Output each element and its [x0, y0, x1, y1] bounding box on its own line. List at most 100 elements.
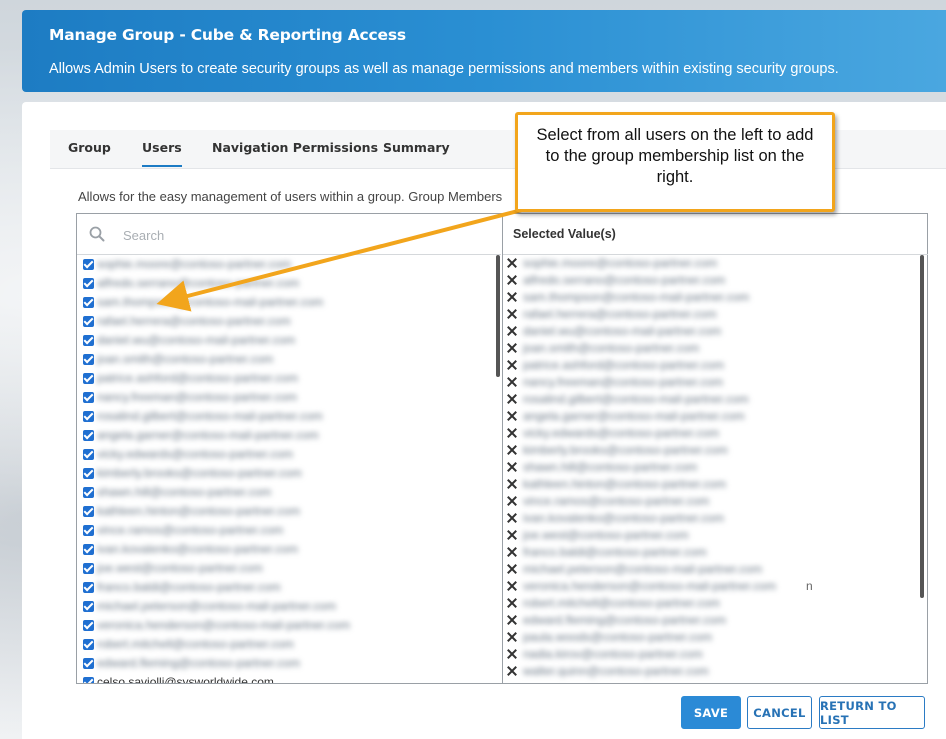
user-checkbox[interactable]	[83, 544, 94, 555]
user-row[interactable]: nancy.freeman@contoso-partner.com	[77, 388, 477, 407]
return-to-list-button[interactable]: RETURN TO LIST	[819, 696, 925, 729]
user-row[interactable]: joan.smith@contoso-partner.com	[77, 350, 477, 369]
selected-row: shawn.hill@contoso-partner.com	[503, 459, 913, 476]
user-email: edward.fleming@contoso-partner.com	[97, 656, 300, 670]
user-row[interactable]: robert.mitchell@contoso-partner.com	[77, 635, 477, 654]
user-email: sam.thompson@contoso-mail-partner.com	[97, 295, 324, 309]
user-checkbox[interactable]	[83, 639, 94, 650]
remove-icon[interactable]	[506, 257, 518, 269]
remove-icon[interactable]	[506, 631, 518, 643]
tab-summary[interactable]: Summary	[383, 140, 450, 155]
user-checkbox[interactable]	[83, 506, 94, 517]
user-row[interactable]: joe.west@contoso-partner.com	[77, 559, 477, 578]
user-checkbox[interactable]	[83, 316, 94, 327]
user-checkbox[interactable]	[83, 297, 94, 308]
cancel-button[interactable]: CANCEL	[747, 696, 812, 729]
remove-icon[interactable]	[506, 665, 518, 677]
selected-email: veronica.henderson@contoso-mail-partner.…	[523, 579, 776, 593]
user-row[interactable]: kathleen.hinton@contoso-partner.com	[77, 502, 477, 521]
selected-scrollbar[interactable]	[920, 255, 924, 598]
remove-icon[interactable]	[506, 308, 518, 320]
remove-icon[interactable]	[506, 461, 518, 473]
selected-email: nadia.kirov@contoso-partner.com	[523, 647, 703, 661]
user-row[interactable]: vince.ramos@contoso-partner.com	[77, 521, 477, 540]
remove-icon[interactable]	[506, 274, 518, 286]
user-row[interactable]: kimberly.brooks@contoso-partner.com	[77, 464, 477, 483]
user-row[interactable]: angela.garner@contoso-mail-partner.com	[77, 426, 477, 445]
user-checkbox[interactable]	[83, 278, 94, 289]
user-row[interactable]: michael.peterson@contoso-mail-partner.co…	[77, 597, 477, 616]
remove-icon[interactable]	[506, 427, 518, 439]
user-row[interactable]: alfredo.serrano@contoso-partner.com	[77, 274, 477, 293]
remove-icon[interactable]	[506, 342, 518, 354]
selected-row: vicky.edwards@contoso-partner.com	[503, 425, 913, 442]
remove-icon[interactable]	[506, 444, 518, 456]
user-checkbox[interactable]	[83, 620, 94, 631]
user-checkbox[interactable]	[83, 430, 94, 441]
remove-icon[interactable]	[506, 359, 518, 371]
user-row[interactable]: sophie.moore@contoso-partner.com	[77, 255, 477, 274]
user-row[interactable]: celso.saviolli@sysworldwide.com	[77, 673, 477, 683]
remove-icon[interactable]	[506, 495, 518, 507]
user-row[interactable]: franco.baldi@contoso-partner.com	[77, 578, 477, 597]
user-row[interactable]: vicky.edwards@contoso-partner.com	[77, 445, 477, 464]
user-checkbox[interactable]	[83, 525, 94, 536]
remove-icon[interactable]	[506, 546, 518, 558]
remove-icon[interactable]	[506, 580, 518, 592]
remove-icon[interactable]	[506, 291, 518, 303]
user-email: ivan.kovalenko@contoso-partner.com	[97, 542, 298, 556]
user-row[interactable]: shawn.hill@contoso-partner.com	[77, 483, 477, 502]
tab-group[interactable]: Group	[68, 140, 111, 155]
save-button[interactable]: SAVE	[681, 696, 741, 729]
user-checkbox[interactable]	[83, 582, 94, 593]
user-checkbox[interactable]	[83, 392, 94, 403]
search-input[interactable]	[121, 222, 485, 248]
remove-icon[interactable]	[506, 512, 518, 524]
selected-row: paula.woods@contoso-partner.com	[503, 629, 913, 646]
user-checkbox[interactable]	[83, 335, 94, 346]
user-checkbox[interactable]	[83, 487, 94, 498]
selected-row: joan.smith@contoso-partner.com	[503, 340, 913, 357]
user-checkbox[interactable]	[83, 354, 94, 365]
user-email: shawn.hill@contoso-partner.com	[97, 485, 272, 499]
user-row[interactable]: edward.fleming@contoso-partner.com	[77, 654, 477, 673]
user-checkbox[interactable]	[83, 411, 94, 422]
remove-icon[interactable]	[506, 614, 518, 626]
user-checkbox[interactable]	[83, 468, 94, 479]
page-subtitle: Allows Admin Users to create security gr…	[49, 61, 839, 77]
user-row[interactable]: patrice.ashford@contoso-partner.com	[77, 369, 477, 388]
users-scrollbar[interactable]	[496, 255, 500, 377]
user-checkbox[interactable]	[83, 677, 94, 683]
remove-icon[interactable]	[506, 376, 518, 388]
user-checkbox[interactable]	[83, 373, 94, 384]
selected-row: angela.garner@contoso-mail-partner.com	[503, 408, 913, 425]
remove-icon[interactable]	[506, 325, 518, 337]
user-row[interactable]: sam.thompson@contoso-mail-partner.com	[77, 293, 477, 312]
tab-navigation-permissions[interactable]: Navigation Permissions	[212, 140, 378, 155]
user-checkbox[interactable]	[83, 259, 94, 270]
user-email: kimberly.brooks@contoso-partner.com	[97, 466, 302, 480]
remove-icon[interactable]	[506, 478, 518, 490]
remove-icon[interactable]	[506, 410, 518, 422]
selected-email: vince.ramos@contoso-partner.com	[523, 494, 710, 508]
remove-icon[interactable]	[506, 563, 518, 575]
user-row[interactable]: daniel.wu@contoso-mail-partner.com	[77, 331, 477, 350]
selected-email: rosalind.gilbert@contoso-mail-partner.co…	[523, 392, 749, 406]
selected-row: nadia.kirov@contoso-partner.com	[503, 646, 913, 663]
remove-icon[interactable]	[506, 529, 518, 541]
user-row[interactable]: rosalind.gilbert@contoso-mail-partner.co…	[77, 407, 477, 426]
user-row[interactable]: ivan.kovalenko@contoso-partner.com	[77, 540, 477, 559]
selected-row: ivan.kovalenko@contoso-partner.com	[503, 510, 913, 527]
remove-icon[interactable]	[506, 393, 518, 405]
remove-icon[interactable]	[506, 597, 518, 609]
user-checkbox[interactable]	[83, 563, 94, 574]
remove-icon[interactable]	[506, 648, 518, 660]
user-row[interactable]: veronica.henderson@contoso-mail-partner.…	[77, 616, 477, 635]
user-checkbox[interactable]	[83, 658, 94, 669]
tab-users[interactable]: Users	[142, 140, 182, 167]
page-header: Manage Group - Cube & Reporting Access A…	[22, 10, 946, 92]
user-row[interactable]: rafael.herrera@contoso-partner.com	[77, 312, 477, 331]
user-checkbox[interactable]	[83, 601, 94, 612]
selected-email: ivan.kovalenko@contoso-partner.com	[523, 511, 724, 525]
user-checkbox[interactable]	[83, 449, 94, 460]
